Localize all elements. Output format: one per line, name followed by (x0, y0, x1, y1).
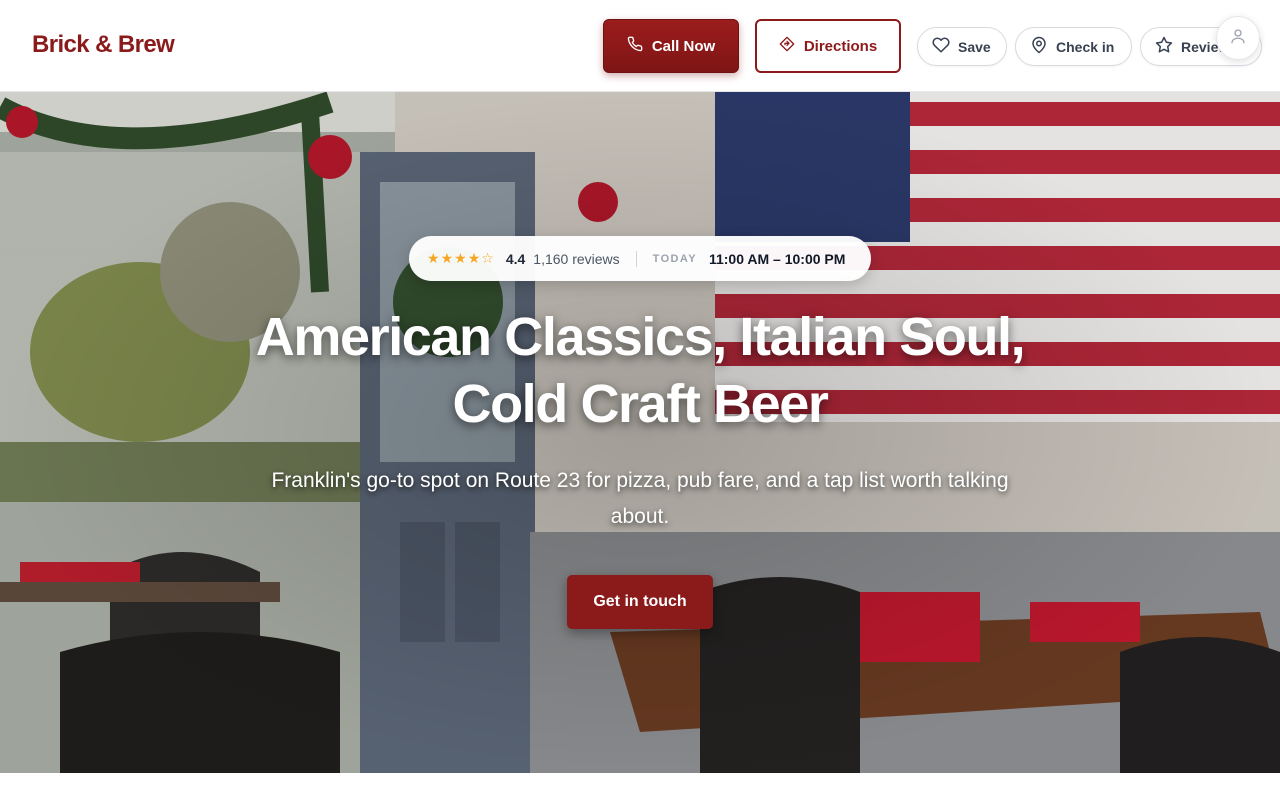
review-count-link[interactable]: 1,160 reviews (533, 251, 619, 267)
divider (635, 250, 637, 267)
today-label: TODAY (652, 252, 697, 265)
call-now-label: Call Now (651, 37, 716, 55)
directions-button[interactable]: Directions (755, 19, 901, 73)
hero-section: ★ ★ ★ ★ ☆ 4.4 1,160 reviews TODAY 11:00 … (0, 92, 1280, 773)
user-icon (1229, 27, 1247, 50)
heart-icon (932, 36, 950, 57)
brand-logo[interactable]: Brick & Brew (32, 31, 175, 59)
star-empty-icon: ☆ (481, 250, 494, 266)
rating-value: 4.4 (505, 250, 526, 267)
save-label: Save (958, 38, 991, 55)
star-icon (1155, 36, 1173, 57)
star-full-icon: ★ (427, 250, 440, 266)
account-button[interactable] (1216, 16, 1260, 60)
rating-stars: ★ ★ ★ ★ ☆ (427, 250, 494, 267)
rating-hours-bar: ★ ★ ★ ★ ☆ 4.4 1,160 reviews TODAY 11:00 … (409, 236, 871, 281)
directions-icon (779, 36, 795, 56)
save-button[interactable]: Save (917, 27, 1007, 66)
get-in-touch-button[interactable]: Get in touch (567, 575, 713, 629)
star-full-icon: ★ (440, 250, 454, 266)
headline-line-2: Cold Craft Beer (452, 374, 828, 434)
star-full-icon: ★ (454, 250, 467, 266)
check-in-button[interactable]: Check in (1015, 27, 1132, 66)
call-now-button[interactable]: Call Now (603, 19, 739, 73)
map-pin-icon (1030, 36, 1048, 57)
star-full-icon: ★ (467, 250, 481, 266)
hero-subheadline: Franklin's go-to spot on Route 23 for pi… (271, 469, 1009, 528)
opening-hours: 11:00 AM – 10:00 PM (708, 250, 846, 267)
site-header: Brick & Brew Call Now Directions Save Ch… (0, 0, 1280, 92)
directions-label: Directions (803, 37, 878, 55)
phone-icon (627, 36, 643, 56)
hero-headline: American Classics, Italian Soul, Cold Cr… (200, 304, 1080, 438)
check-in-label: Check in (1056, 38, 1115, 55)
headline-line-1: American Classics, Italian Soul, (255, 307, 1026, 367)
